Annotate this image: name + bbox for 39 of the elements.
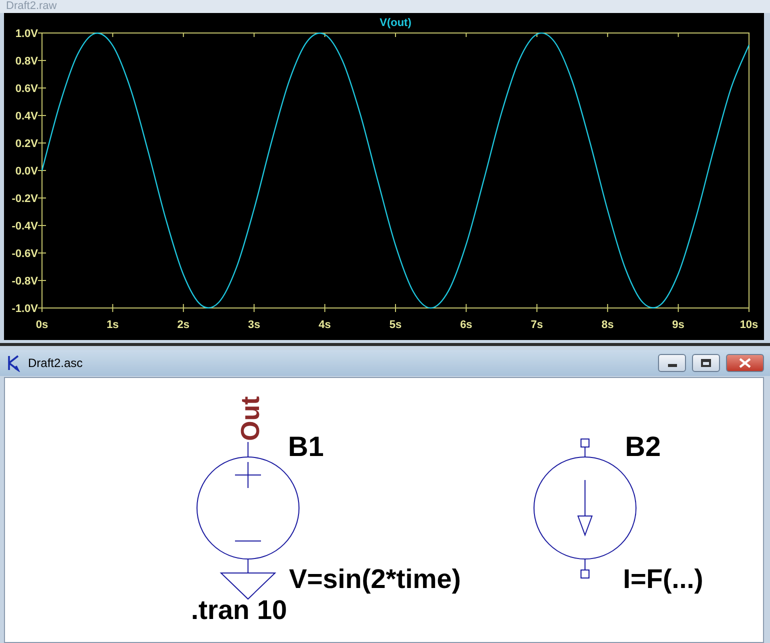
axis-tick-label: 6s	[460, 319, 472, 331]
component-value: V=sin(2*time)	[289, 564, 461, 594]
close-button[interactable]	[726, 354, 764, 372]
axis-tick-label: 0.6V	[15, 83, 38, 95]
axis-tick-label: 0s	[36, 319, 48, 331]
axis-tick-label: -1.0V	[12, 303, 38, 315]
component-value: I=F(...)	[623, 564, 704, 594]
axis-tick-label: 1.0V	[15, 28, 38, 40]
close-icon	[739, 358, 751, 368]
axis-tick-label: 10s	[740, 319, 758, 331]
axis-tick-label: -0.2V	[12, 193, 38, 205]
net-label: Out	[235, 396, 265, 441]
component-name: B2	[625, 431, 661, 462]
axis-tick-label: 0.0V	[15, 166, 38, 178]
spice-directive: .tran 10	[191, 595, 288, 625]
axis-tick-label: 0.4V	[15, 110, 38, 122]
minimize-icon	[668, 364, 676, 367]
axis-tick-label: -0.8V	[12, 276, 38, 288]
axis-tick-label: 7s	[530, 319, 544, 331]
axis-tick-label: 0.8V	[15, 56, 38, 68]
window-title: Draft2.asc	[28, 356, 84, 370]
trace-name: V(out)	[380, 17, 412, 29]
axis-tick-label: 5s	[389, 319, 402, 331]
axis-tick-label: -0.4V	[12, 220, 38, 232]
minimize-button[interactable]	[658, 354, 686, 372]
axis-tick-label: 2s	[177, 319, 190, 331]
window-title: Draft2.raw	[6, 0, 57, 13]
ground-symbol	[220, 572, 276, 600]
axis-tick-label: 9s	[672, 319, 684, 331]
axis-tick-label: 8s	[601, 319, 614, 331]
maximize-icon	[701, 359, 711, 367]
axis-tick-label: 0.2V	[15, 138, 38, 150]
axis-tick-label: 1s	[106, 319, 119, 331]
axis-tick-label: 4s	[318, 319, 331, 331]
maximize-button[interactable]	[692, 354, 720, 372]
axis-tick-label: 3s	[248, 319, 260, 331]
app-icon	[6, 354, 22, 372]
component-name: B1	[288, 431, 324, 462]
axis-tick-label: -0.6V	[12, 248, 38, 260]
